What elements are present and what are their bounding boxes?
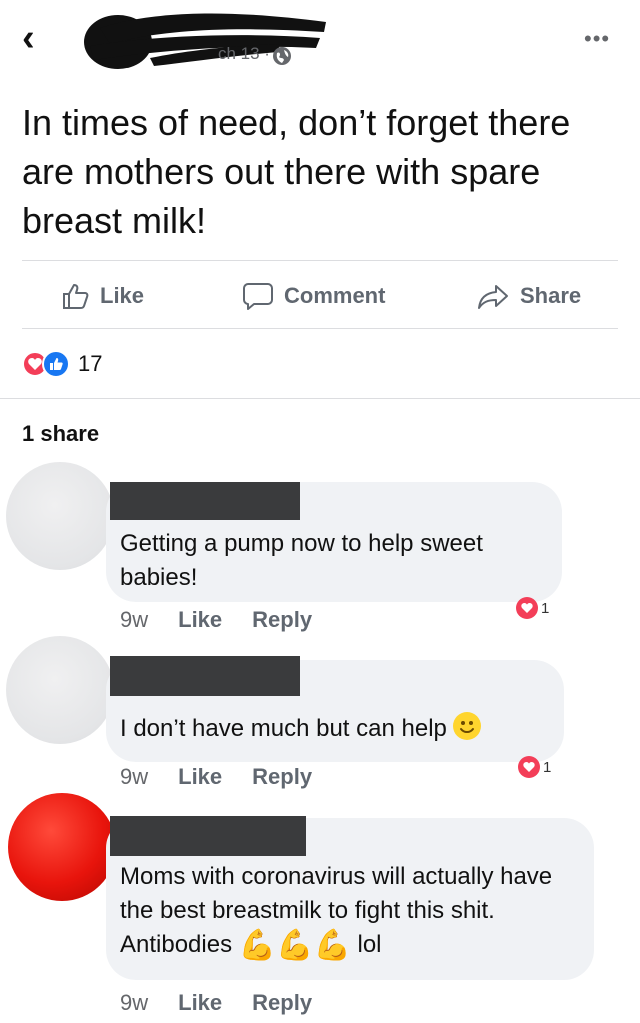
avatar[interactable]: [8, 793, 116, 901]
comment-reaction-count: 1: [541, 599, 550, 617]
comment-footer: 9w Like Reply: [120, 990, 342, 1016]
post-timestamp: ch 13 ·: [218, 44, 270, 63]
comment-reply-button[interactable]: Reply: [252, 764, 312, 790]
reaction-count: 17: [78, 351, 103, 376]
comment-text: Moms with coronavirus will actually have…: [120, 860, 590, 963]
heart-icon: [516, 597, 538, 619]
post-text: In times of need, don’t forget there are…: [22, 102, 571, 241]
heart-icon: [518, 756, 540, 778]
like-button-label: Like: [100, 283, 145, 308]
share-arrow-icon: [478, 285, 508, 309]
like-button[interactable]: Like: [60, 278, 144, 314]
comment-like-button[interactable]: Like: [178, 764, 222, 790]
comment-button-label: Comment: [284, 283, 386, 308]
flexed-biceps-icon: 💪: [313, 929, 351, 962]
chevron-left-icon[interactable]: ‹: [22, 18, 35, 58]
post-header: ‹ ch 13 · •••: [0, 0, 640, 80]
comment-footer: 9w Like Reply: [120, 764, 342, 790]
reactions-summary[interactable]: 17: [22, 350, 102, 378]
ellipsis-icon[interactable]: •••: [584, 26, 610, 52]
avatar[interactable]: [6, 462, 114, 570]
comment-text-suffix: lol: [357, 931, 382, 958]
divider: [22, 260, 618, 261]
comment-time: 9w: [120, 990, 149, 1015]
comment-reaction[interactable]: 1: [516, 597, 549, 619]
flexed-biceps-icon: 💪: [238, 929, 277, 962]
comment-like-button[interactable]: Like: [178, 607, 222, 633]
comment-icon: [243, 283, 273, 310]
redacted-name: [110, 816, 306, 856]
comment-footer: 9w Like Reply: [120, 607, 342, 633]
comment-reaction-count: 1: [543, 758, 552, 776]
divider: [22, 328, 618, 329]
thumbs-up-icon: [63, 284, 89, 309]
share-button[interactable]: Share: [476, 278, 581, 314]
comment-reaction[interactable]: 1: [518, 756, 551, 778]
comment-button[interactable]: Comment: [242, 278, 385, 314]
redacted-name: [110, 482, 300, 520]
globe-icon: [273, 47, 291, 65]
smiley-face-icon: [452, 712, 481, 740]
redacted-name: [110, 656, 300, 696]
comment-time: 9w: [120, 607, 149, 632]
redacted-profile-scribble: [84, 13, 326, 69]
share-count[interactable]: 1 share: [22, 421, 99, 447]
comment-reply-button[interactable]: Reply: [252, 607, 312, 633]
comment-text: Getting a pump now to help sweet babies!: [120, 530, 483, 591]
comment-like-button[interactable]: Like: [178, 990, 222, 1016]
comment-time: 9w: [120, 764, 149, 789]
thumbs-up-icon: [42, 350, 70, 378]
flexed-biceps-icon: 💪: [276, 929, 314, 962]
avatar[interactable]: [6, 636, 114, 744]
comment-text-content: I don’t have much but can help: [120, 715, 447, 742]
share-button-label: Share: [520, 283, 582, 308]
divider: [0, 398, 640, 399]
comment-text: I don’t have much but can help: [120, 712, 560, 746]
comment-reply-button[interactable]: Reply: [252, 990, 312, 1016]
